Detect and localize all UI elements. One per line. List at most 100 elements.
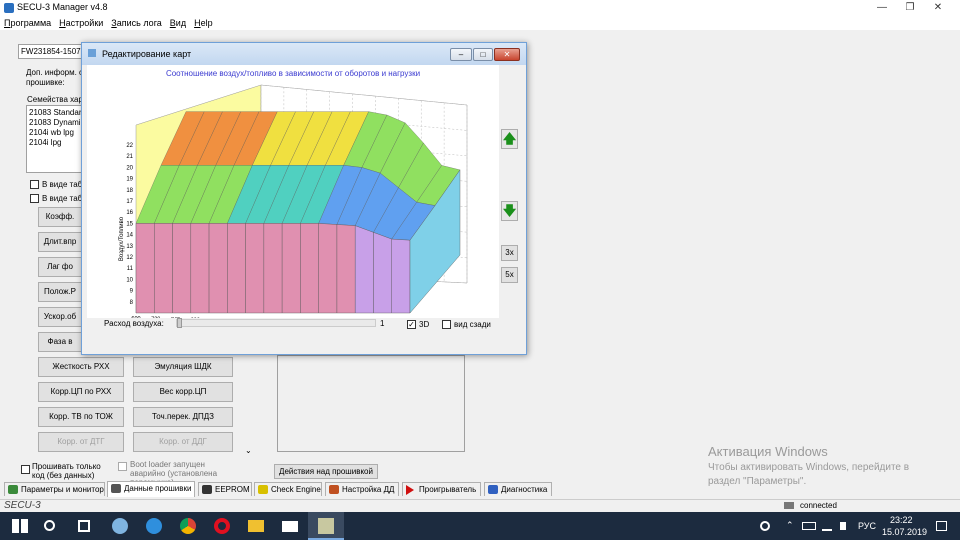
tab-check-engine[interactable]: Check Engine xyxy=(254,482,322,496)
table-view-label-2: В виде табл xyxy=(42,194,87,203)
zoom-5x-button[interactable]: 5x xyxy=(501,267,518,283)
tab-label: EEPROM xyxy=(215,485,250,494)
3d-checkbox[interactable]: ✓ xyxy=(407,320,416,329)
bar-face xyxy=(154,223,173,314)
minimize-button[interactable]: — xyxy=(868,0,896,16)
battery-icon[interactable] xyxy=(802,522,816,530)
tab-diagnostics[interactable]: Диагностика xyxy=(484,482,552,496)
scroll-up-button[interactable]: 🡅 xyxy=(501,129,518,149)
back-view-label: вид сзади xyxy=(454,320,491,329)
scroll-down-button[interactable]: 🡇 xyxy=(501,201,518,221)
bootloader-checkbox xyxy=(118,462,127,471)
mail-icon[interactable] xyxy=(282,521,298,532)
bar-face xyxy=(281,223,301,314)
lambda-emulation-button[interactable]: Эмуляция ШДК xyxy=(133,357,233,377)
tab-params-monitor[interactable]: Параметры и монитор xyxy=(4,482,105,496)
restore-button[interactable]: ❐ xyxy=(896,0,924,16)
idle-corr-button[interactable]: Корр.ЦП по РХХ xyxy=(38,382,124,402)
people-icon[interactable] xyxy=(760,521,770,531)
flash-code-only-checkbox[interactable] xyxy=(21,465,30,474)
app-icon[interactable] xyxy=(112,518,128,534)
phase-button[interactable]: Фаза в xyxy=(38,332,82,352)
idle-stiffness-button[interactable]: Жесткость РХХ xyxy=(38,357,124,377)
tray-chevron-icon[interactable]: ⌃ xyxy=(786,520,794,531)
scroll-down-icon[interactable]: ⌄ xyxy=(245,446,252,455)
connection-icon xyxy=(784,502,794,509)
y-tick-label: 8 xyxy=(130,300,134,306)
y-tick-label: 20 xyxy=(126,165,133,171)
language-indicator[interactable]: РУС xyxy=(858,521,876,531)
diagnostics-icon xyxy=(488,485,498,494)
position-button[interactable]: Полож.Р xyxy=(38,282,82,302)
menu-log[interactable]: Запись лога xyxy=(107,16,165,30)
corr-weight-button[interactable]: Вес корр.ЦП xyxy=(133,382,233,402)
gas-press-corr-button[interactable]: Корр. от ДДГ xyxy=(133,432,233,452)
coeff-button[interactable]: Коэфф. xyxy=(38,207,82,227)
connection-status: connected xyxy=(800,501,837,510)
gas-temp-corr-button[interactable]: Корр. от ДТГ xyxy=(38,432,124,452)
edge-icon[interactable] xyxy=(146,518,162,534)
list-item[interactable]: 21083 Standard xyxy=(29,108,85,117)
air-flow-slider[interactable] xyxy=(176,318,376,328)
bar-face xyxy=(300,223,319,314)
tab-label: Проигрыватель xyxy=(419,485,477,494)
inj-duration-button[interactable]: Длит.впр xyxy=(38,232,82,252)
tab-eeprom[interactable]: EEPROM xyxy=(198,482,252,496)
network-icon[interactable] xyxy=(822,521,832,531)
dialog-minimize-button[interactable]: – xyxy=(450,48,472,61)
volume-icon[interactable] xyxy=(840,522,848,530)
y-tick-label: 11 xyxy=(127,266,134,272)
tab-label: Check Engine xyxy=(271,485,321,494)
tab-bar: Параметры и монитор Данные прошивки EEPR… xyxy=(0,481,960,497)
tab-player[interactable]: Проигрыватель xyxy=(402,482,481,496)
y-tick-label: 22 xyxy=(126,143,133,149)
close-button[interactable]: ✕ xyxy=(924,0,952,16)
table-view-label-1: В виде табл xyxy=(42,180,87,189)
3d-label: 3D xyxy=(419,320,430,329)
menu-help[interactable]: Help xyxy=(190,16,217,30)
tab-firmware-data[interactable]: Данные прошивки xyxy=(107,481,195,497)
y-tick-label: 16 xyxy=(126,210,133,216)
firmware-id-field[interactable]: FW231854-15072019 xyxy=(18,44,88,59)
accel-button[interactable]: Ускор.об xyxy=(38,307,82,327)
families-label: Семейства хар xyxy=(27,95,83,104)
tab-label: Настройка ДД xyxy=(342,485,395,494)
chart-area[interactable]: Соотношение воздух/топливо в зависимости… xyxy=(87,65,499,318)
zoom-3x-button[interactable]: 3x xyxy=(501,245,518,261)
slider-thumb[interactable] xyxy=(177,318,182,328)
clock-date[interactable]: 15.07.2019 xyxy=(882,527,927,537)
table-view-checkbox-1[interactable] xyxy=(30,180,39,189)
secu-icon xyxy=(318,518,334,534)
menu-settings[interactable]: Настройки xyxy=(55,16,107,30)
chrome-icon[interactable] xyxy=(180,518,196,534)
play-icon xyxy=(406,485,414,495)
task-view-icon[interactable] xyxy=(78,520,90,532)
fw-actions-button[interactable]: Действия над прошивкой xyxy=(274,464,378,479)
clock-time[interactable]: 23:22 xyxy=(890,515,913,525)
dialog-maximize-button[interactable]: □ xyxy=(473,48,493,61)
opera-icon[interactable] xyxy=(214,518,230,534)
search-icon[interactable] xyxy=(44,520,55,531)
table-view-checkbox-2[interactable] xyxy=(30,194,39,203)
list-item[interactable]: 21083 Dynamic xyxy=(29,118,85,127)
menu-program[interactable]: Программа xyxy=(0,16,55,30)
status-bar: SECU-3 connected xyxy=(0,499,960,511)
menu-view[interactable]: Вид xyxy=(166,16,190,30)
back-view-checkbox[interactable] xyxy=(442,320,451,329)
coolant-corr-button[interactable]: Корр. ТВ по ТОЖ xyxy=(38,407,124,427)
app-icon xyxy=(4,3,14,13)
bar-face xyxy=(355,225,374,314)
lag-button[interactable]: Лаг фо xyxy=(38,257,82,277)
list-item[interactable]: 2104i lpg xyxy=(29,138,61,147)
eeprom-icon xyxy=(202,485,212,494)
folder-icon[interactable] xyxy=(248,520,264,532)
dialog-close-button[interactable]: ✕ xyxy=(494,48,520,61)
windows-start-icon[interactable] xyxy=(12,519,28,533)
tab-sensor-setup[interactable]: Настройка ДД xyxy=(325,482,399,496)
notifications-icon[interactable] xyxy=(936,521,947,531)
families-list[interactable]: 21083 Standard 21083 Dynamic 2104i wb lp… xyxy=(26,105,86,173)
tab-label: Параметры и монитор xyxy=(21,485,104,494)
tps-switch-button[interactable]: Точ.перек. ДПДЗ xyxy=(133,407,233,427)
dialog-title-bar: Редактирование карт – □ ✕ xyxy=(82,43,526,65)
list-item[interactable]: 2104i wb lpg xyxy=(29,128,74,137)
